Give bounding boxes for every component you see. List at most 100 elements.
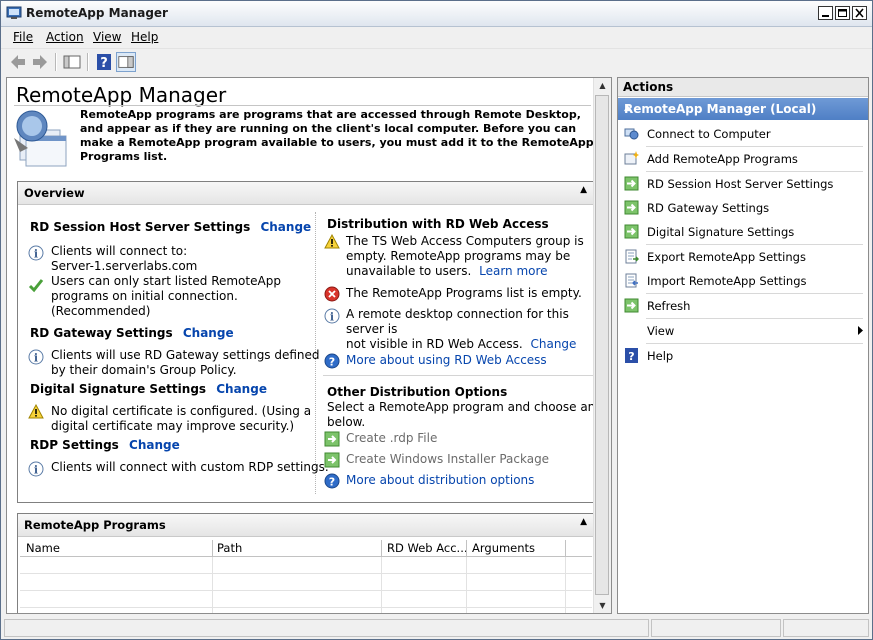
session-host-heading-text: RD Session Host Server Settings <box>30 220 251 234</box>
learn-more-link[interactable]: Learn more <box>479 264 547 278</box>
programs-header[interactable]: RemoteApp Programs ▲ <box>18 514 593 537</box>
column-arguments[interactable]: Arguments <box>472 541 535 555</box>
actions-header-label: Actions <box>623 80 674 94</box>
action-import-settings[interactable]: Import RemoteApp Settings <box>618 269 868 292</box>
webaccess-change-link[interactable]: Change <box>530 337 576 351</box>
scroll-thumb[interactable] <box>595 95 609 595</box>
svg-text:i: i <box>34 352 38 365</box>
close-button[interactable] <box>852 6 867 20</box>
column-divider[interactable] <box>212 540 213 556</box>
menu-file[interactable]: File <box>13 30 33 44</box>
session-host-users-text: Users can only start listed RemoteApp pr… <box>51 274 281 319</box>
section-divider <box>323 375 593 376</box>
green-arrow-icon <box>624 200 639 215</box>
add-program-icon <box>624 151 639 165</box>
back-arrow-icon[interactable] <box>8 52 28 72</box>
column-path[interactable]: Path <box>217 541 242 555</box>
actions-section-header[interactable]: RemoteApp Manager (Local) ▲ <box>618 98 868 120</box>
users-line-2: programs on initial connection. <box>51 289 238 303</box>
close-icon <box>855 8 864 18</box>
info-icon: i <box>28 461 44 477</box>
column-divider[interactable] <box>466 540 467 556</box>
webaccess-warning-line-2: empty. RemoteApp programs may be <box>346 249 571 263</box>
page-title: RemoteApp Manager <box>16 83 227 107</box>
action-digital-signature-settings[interactable]: Digital Signature Settings <box>618 220 868 243</box>
action-label: RD Gateway Settings <box>647 201 770 215</box>
title-divider <box>14 105 591 106</box>
forward-arrow-icon[interactable] <box>30 52 50 72</box>
actions-header: Actions <box>618 78 868 97</box>
gateway-line-2: by their domain's Group Policy. <box>51 363 237 377</box>
overview-title: Overview <box>24 186 85 200</box>
distribution-more-link[interactable]: More about distribution options <box>346 473 534 488</box>
help-toolbar-icon[interactable]: ? <box>94 52 114 72</box>
connect-icon <box>624 128 639 140</box>
action-help[interactable]: ? Help <box>618 344 868 367</box>
menu-file-label: File <box>13 30 34 44</box>
action-connect-to-computer[interactable]: Connect to Computer <box>618 122 868 145</box>
other-options-text: Select a RemoteApp program and choose an… <box>327 400 595 430</box>
check-icon <box>28 279 44 293</box>
submenu-arrow-icon <box>858 326 863 335</box>
column-web-access[interactable]: RD Web Acc... <box>387 541 468 555</box>
show-hide-action-pane-icon[interactable] <box>116 52 136 72</box>
refresh-icon <box>624 298 639 313</box>
collapse-icon[interactable]: ▲ <box>580 185 587 195</box>
create-msi-action[interactable]: Create Windows Installer Package <box>346 452 549 467</box>
toolbar: ? <box>1 48 872 75</box>
minimize-icon <box>822 15 829 17</box>
action-session-host-settings[interactable]: RD Session Host Server Settings <box>618 172 868 195</box>
create-rdp-file-action[interactable]: Create .rdp File <box>346 431 437 446</box>
rdp-change-link[interactable]: Change <box>129 438 180 452</box>
menu-help-label: Help <box>131 30 159 44</box>
maximize-icon <box>838 9 847 17</box>
scroll-up-icon[interactable]: ▲ <box>595 78 610 93</box>
overview-header[interactable]: Overview ▲ <box>18 182 593 205</box>
column-divider[interactable] <box>565 540 566 556</box>
gateway-change-link[interactable]: Change <box>183 326 234 340</box>
vertical-scrollbar[interactable]: ▲ ▼ <box>593 78 611 613</box>
gateway-heading-text: RD Gateway Settings <box>30 326 173 340</box>
svg-text:i: i <box>34 464 38 477</box>
scroll-down-icon[interactable]: ▼ <box>595 598 610 613</box>
webaccess-info-line-2: not visible in RD Web Access. <box>346 337 523 351</box>
session-host-change-link[interactable]: Change <box>260 220 311 234</box>
overview-panel: Overview ▲ RD Session Host Server Settin… <box>17 181 595 503</box>
action-label: Connect to Computer <box>647 127 771 141</box>
collapse-icon[interactable]: ▲ <box>624 103 862 113</box>
svg-text:i: i <box>34 248 38 261</box>
action-label: Digital Signature Settings <box>647 225 795 239</box>
action-gateway-settings[interactable]: RD Gateway Settings <box>618 196 868 219</box>
action-view[interactable]: View <box>618 319 868 342</box>
menu-help[interactable]: Help <box>131 30 158 44</box>
svg-text:i: i <box>330 311 334 324</box>
column-divider[interactable] <box>381 540 382 556</box>
session-host-connect-text: Clients will connect to: Server-1.server… <box>51 244 197 274</box>
signature-change-link[interactable]: Change <box>216 382 267 396</box>
menu-view[interactable]: View <box>93 30 121 44</box>
menu-view-label: View <box>93 30 122 44</box>
remoteapp-app-icon <box>6 6 22 19</box>
maximize-button[interactable] <box>835 6 850 20</box>
action-add-remoteapp-programs[interactable]: Add RemoteApp Programs <box>618 147 868 170</box>
programs-panel: RemoteApp Programs ▲ Name Path RD Web Ac… <box>17 513 594 613</box>
webaccess-more-link[interactable]: More about using RD Web Access <box>346 353 547 368</box>
table-row <box>20 608 592 613</box>
info-icon: i <box>324 308 340 324</box>
column-divider <box>315 212 316 494</box>
action-refresh[interactable]: Refresh <box>618 294 868 317</box>
menu-action[interactable]: Action <box>46 30 84 44</box>
action-label: RD Session Host Server Settings <box>647 177 834 191</box>
help-circle-icon: ? <box>324 353 340 369</box>
column-name[interactable]: Name <box>26 541 60 555</box>
minimize-button[interactable] <box>818 6 833 20</box>
users-line-3: (Recommended) <box>51 304 151 318</box>
title-bar: RemoteApp Manager <box>1 1 872 27</box>
action-export-settings[interactable]: Export RemoteApp Settings <box>618 245 868 268</box>
intro-text: RemoteApp programs are programs that are… <box>80 108 594 163</box>
action-label: Import RemoteApp Settings <box>647 274 807 288</box>
menu-bar: File Action View Help <box>1 27 872 47</box>
collapse-icon[interactable]: ▲ <box>580 517 587 527</box>
webaccess-heading: Distribution with RD Web Access <box>327 217 549 231</box>
show-hide-console-tree-icon[interactable] <box>62 52 82 72</box>
